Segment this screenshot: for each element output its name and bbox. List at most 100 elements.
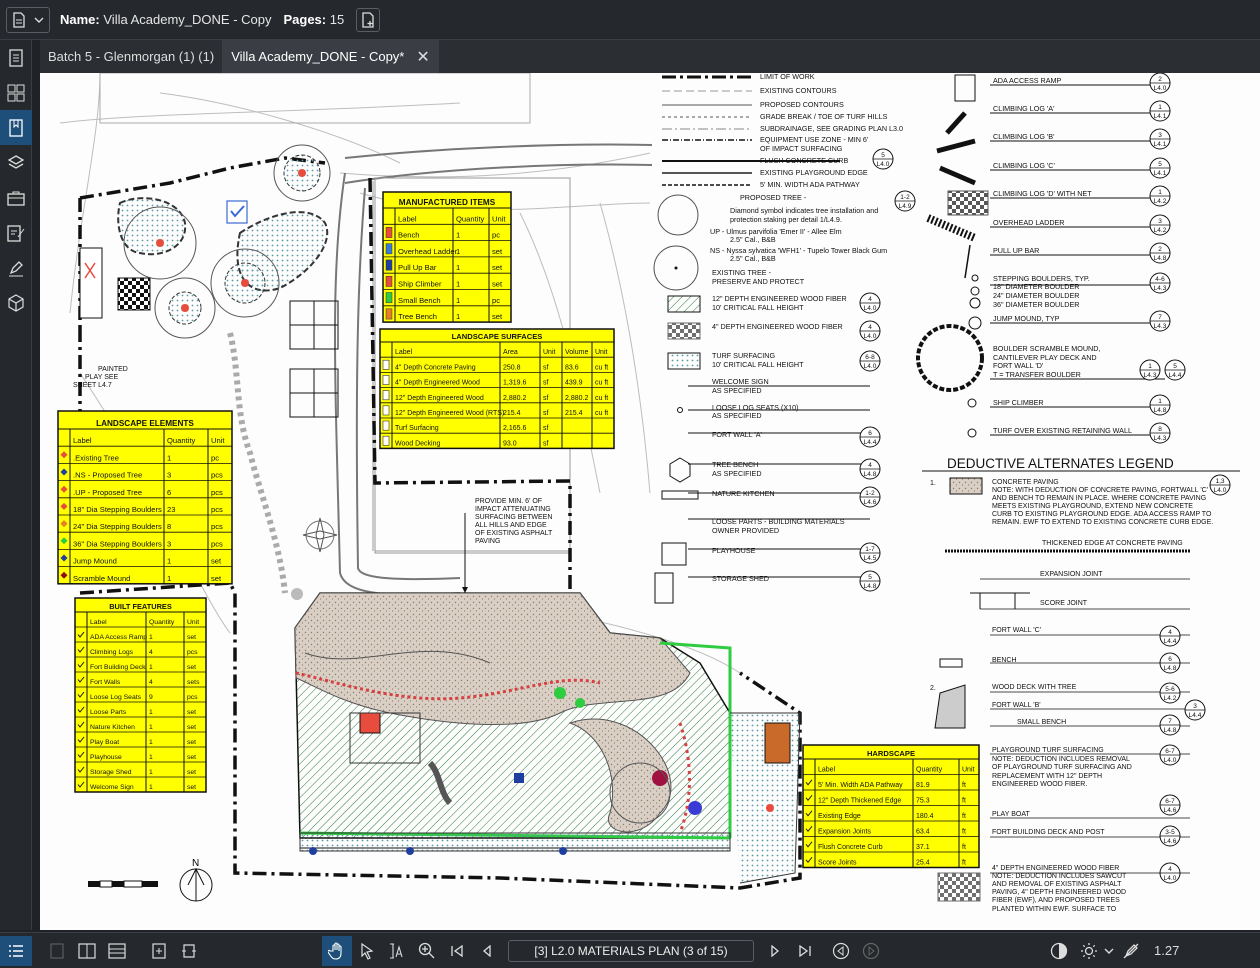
callout-number: 7 <box>1158 314 1162 321</box>
surfaces-table: LANDSCAPE SURFACES Label Area Unit Volume Uni… <box>379 328 615 450</box>
elements-cell: pcs <box>211 505 223 514</box>
fit-page-icon <box>152 942 166 959</box>
zoom-level[interactable]: 1.27 <box>1154 943 1179 958</box>
two-page-view-button[interactable] <box>72 936 102 966</box>
built-cell: Loose Parts <box>90 709 127 716</box>
sidebar-forms-button[interactable] <box>0 215 32 250</box>
legend-mid-item: 2.5" Cal., B&B <box>730 235 776 244</box>
deductive-item: CONCRETE PAVING <box>992 479 1059 486</box>
sidebar-3d-button[interactable] <box>0 285 32 320</box>
callout-number: 7 <box>1168 718 1172 725</box>
manufactured-cell: pc <box>492 231 500 240</box>
hardscape-cell: Expansion Joints <box>818 829 871 836</box>
tab-villa-academy[interactable]: Villa Academy_DONE - Copy* ✕ <box>223 40 439 73</box>
file-menu-dropdown[interactable] <box>6 6 50 33</box>
surfaces-table-title: LANDSCAPE SURFACES <box>452 332 543 341</box>
contrast-button[interactable] <box>1044 936 1074 966</box>
sidebar-toolbox-button[interactable] <box>0 180 32 215</box>
theme-button[interactable] <box>1074 936 1104 966</box>
hardscape-cell: ft <box>962 798 966 805</box>
sidebar-thumbnails-button[interactable] <box>0 75 32 110</box>
surfaces-col-header: Volume <box>565 349 588 356</box>
built-cell: set <box>187 664 196 671</box>
callout-number: 4 <box>1168 866 1172 873</box>
surfaces-cell: 83.6 <box>565 364 579 371</box>
deductive-item: SCORE JOINT <box>1040 600 1088 607</box>
fit-width-button[interactable] <box>174 936 204 966</box>
elements-cell: pc <box>211 453 219 462</box>
sidebar-bookmarks-button[interactable] <box>0 110 32 145</box>
add-page-button[interactable] <box>356 7 381 32</box>
sidebar-layers-button[interactable] <box>0 145 32 180</box>
deductive-item: EXPANSION JOINT <box>1040 571 1103 578</box>
manufactured-table: MANUFACTURED ITEMS Label Quantity Unit Bench… <box>382 191 512 323</box>
back-button[interactable] <box>826 936 856 966</box>
hardscape-cell: ft <box>962 813 966 820</box>
legend-mid-item: 2.5" Cal., B&B <box>730 254 776 263</box>
first-page-button[interactable] <box>442 936 472 966</box>
legend-right-item: ADA ACCESS RAMP <box>993 76 1062 85</box>
swatch-icon <box>382 435 390 446</box>
sidebar-signature-button[interactable] <box>0 250 32 285</box>
surfaces-cell: cu ft <box>595 380 608 387</box>
single-page-view-button[interactable] <box>42 936 72 966</box>
callout-sheet: L4.4 <box>864 439 877 446</box>
callout-number: 1 <box>1158 189 1162 196</box>
callout-sheet: L4.2 <box>1154 198 1167 205</box>
legend-mid-item: AS SPECIFIED <box>712 411 762 420</box>
legend-mid-item: 10' CRITICAL FALL HEIGHT <box>712 303 804 312</box>
annotation-toggle-button[interactable] <box>1116 936 1146 966</box>
zoom-tool-button[interactable] <box>412 936 442 966</box>
built-col-header: Quantity <box>149 619 175 626</box>
surfaces-col-header: Unit <box>543 349 556 356</box>
manufactured-cell: 1 <box>456 247 460 256</box>
callout-number: 5 <box>881 152 885 159</box>
document-canvas[interactable]: PAINTED PLAY SEE SHEET L4.7 PROVIDE MIN.… <box>40 73 1260 930</box>
built-cell: 1 <box>149 754 153 761</box>
zoom-in-icon <box>418 942 435 958</box>
tab-label: Villa Academy_DONE - Copy* <box>231 49 405 64</box>
manufactured-col-header: Label <box>398 214 417 223</box>
callout-sheet: L4.4 <box>1189 712 1202 719</box>
fit-page-button[interactable] <box>144 936 174 966</box>
surfaces-cell: Wood Decking <box>395 440 441 447</box>
chevron-down-icon <box>1104 948 1114 954</box>
painted-note-2: PLAY SEE <box>85 374 119 381</box>
text-select-button[interactable] <box>382 936 412 966</box>
previous-page-button[interactable] <box>472 936 502 966</box>
deductive-item: FIBER (EWF), AND PROPOSED TREES <box>992 897 1120 904</box>
surfaces-cell: 250.8 <box>503 364 521 371</box>
surfaces-cell: sf <box>543 395 549 402</box>
fit-width-icon <box>182 943 196 958</box>
pan-tool-button[interactable] <box>322 935 352 966</box>
legend-right-item: 24" DIAMETER BOULDER <box>993 291 1079 300</box>
painted-note-3: SHEET L4.7 <box>73 382 112 389</box>
legend-mid-item: PROPOSED CONTOURS <box>760 100 844 109</box>
document-info: Name: Villa Academy_DONE - Copy Pages: 1… <box>60 12 344 27</box>
tab-batch-5[interactable]: Batch 5 - Glenmorgan (1) (1) <box>40 40 224 73</box>
surfaces-cell: cu ft <box>595 364 608 371</box>
continuous-view-button[interactable] <box>102 936 132 966</box>
page-select-dropdown[interactable]: [3] L2.0 MATERIALS PLAN (3 of 15) <box>508 939 754 962</box>
deductive-item: NOTE: DEDUCTION INCLUDES REMOVAL <box>992 756 1130 763</box>
built-cell: Fort Walls <box>90 679 121 686</box>
close-icon[interactable]: ✕ <box>416 47 429 67</box>
next-page-button[interactable] <box>760 936 790 966</box>
elements-cell: pcs <box>211 539 223 548</box>
sidebar-document-button[interactable] <box>0 40 32 75</box>
callout-number: 3 <box>1193 703 1197 710</box>
manufactured-cell: pc <box>492 296 500 305</box>
legend-mid-item: 4" DEPTH ENGINEERED WOOD FIBER <box>712 322 843 331</box>
callout-sheet: L4.4 <box>1164 638 1177 645</box>
swatch-icon <box>385 243 393 255</box>
last-page-button[interactable] <box>790 936 820 966</box>
hardscape-cell: ft <box>962 844 966 851</box>
hardscape-cell: Flush Concrete Curb <box>818 844 883 851</box>
list-button[interactable] <box>0 935 32 966</box>
select-tool-button[interactable] <box>352 936 382 966</box>
theme-chevron[interactable] <box>1104 942 1116 960</box>
text-cursor-icon <box>390 942 403 959</box>
built-cell: set <box>187 754 196 761</box>
callout-sheet: L4.0 <box>864 333 877 340</box>
surfaces-cell: 215.4 <box>503 410 521 417</box>
